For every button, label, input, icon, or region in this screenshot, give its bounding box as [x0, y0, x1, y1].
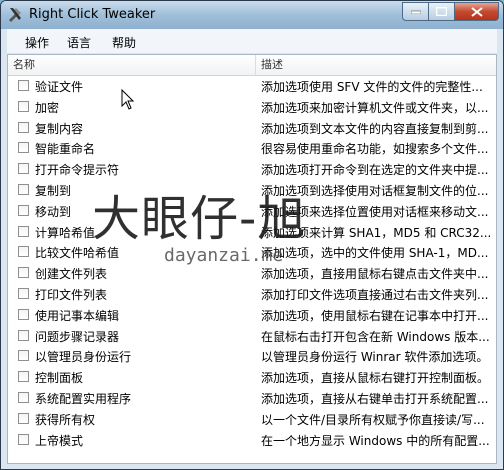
list-item[interactable]: 控制面板 添加选项，直接从鼠标右键打开控制面板。: [8, 367, 496, 388]
item-name: 计算哈希值: [35, 225, 96, 240]
list-item[interactable]: 上帝模式 在一个地方显示 Windows 中的所有配置...: [8, 430, 496, 451]
title-bar[interactable]: Right Click Tweaker: [1, 1, 503, 29]
item-name: 以管理员身份运行: [35, 350, 132, 365]
item-description: 添加选项，直接从右键单击打开系统配置...: [261, 391, 489, 406]
item-checkbox[interactable]: [18, 142, 29, 154]
close-button[interactable]: [455, 2, 499, 21]
watermark-text: 大眼仔-旭: [92, 191, 307, 247]
item-description: 添加选项打开命令到在选定的文件夹中提...: [261, 163, 489, 178]
close-icon: [470, 6, 483, 17]
item-checkbox[interactable]: [18, 308, 29, 320]
item-name: 创建文件列表: [35, 267, 108, 282]
item-name: 智能重命名: [35, 142, 96, 157]
menu-language[interactable]: 语言: [67, 34, 91, 51]
item-name: 上帝模式: [35, 433, 84, 448]
list-item[interactable]: 获得所有权 以一个文件/目录所有权赋予你直接读/写...: [8, 409, 496, 430]
list-item[interactable]: 问题步骤记录器 在鼠标右击打开包含在新 Windows 版本...: [8, 326, 496, 347]
item-checkbox[interactable]: [18, 371, 29, 383]
item-name: 控制面板: [35, 371, 84, 386]
item-description: 添加选项到文本文件的内容直接复制到剪...: [261, 121, 489, 136]
menu-bar: 操作 语言 帮助: [7, 29, 497, 53]
mouse-cursor-icon: [121, 89, 135, 110]
app-tool-icon: [9, 8, 21, 22]
item-name: 问题步骤记录器: [35, 329, 120, 344]
list-item[interactable]: 系统配置实用程序 添加选项，直接从右键单击打开系统配置...: [8, 388, 496, 409]
list-item[interactable]: 创建文件列表 添加选项，直接用鼠标右键点击文件夹中...: [8, 263, 496, 284]
item-checkbox[interactable]: [18, 80, 29, 91]
item-checkbox[interactable]: [18, 163, 29, 175]
item-name: 打印文件列表: [35, 287, 108, 302]
item-name: 复制内容: [35, 121, 84, 136]
column-header-name[interactable]: 名称: [8, 55, 256, 75]
item-checkbox[interactable]: [18, 225, 29, 237]
window-title: Right Click Tweaker: [29, 7, 156, 22]
item-checkbox[interactable]: [18, 267, 29, 279]
item-checkbox[interactable]: [18, 204, 29, 216]
item-description: 添加选项，直接从鼠标右键打开控制面板。: [261, 371, 490, 386]
item-name: 使用记事本编辑: [35, 308, 120, 323]
item-checkbox[interactable]: [18, 183, 29, 195]
minimize-button[interactable]: [402, 2, 429, 21]
list-item[interactable]: 复制内容 添加选项到文本文件的内容直接复制到剪...: [8, 118, 496, 139]
item-description: 很容易使用重命名功能，如搜索多个文件...: [261, 142, 489, 157]
list-item[interactable]: 使用记事本编辑 添加选项，使用鼠标右键在记事本中打开...: [8, 305, 496, 326]
item-name: 获得所有权: [35, 412, 96, 427]
item-checkbox[interactable]: [18, 433, 29, 445]
item-checkbox[interactable]: [18, 412, 29, 424]
list-item[interactable]: 打印文件列表 添加打印文件选项直接通过右击文件夹列...: [8, 284, 496, 305]
minimize-icon: [410, 10, 421, 14]
item-description: 以一个文件/目录所有权赋予你直接读/写...: [261, 412, 485, 427]
app-window: Right Click Tweaker 操作 语言 帮助 名称 描述 验证文件添…: [0, 0, 504, 470]
item-name: 移动到: [35, 204, 72, 219]
item-description: 添加选项，使用鼠标右键在记事本中打开...: [261, 308, 489, 323]
list-item[interactable]: 智能重命名 很容易使用重命名功能，如搜索多个文件...: [8, 138, 496, 159]
item-checkbox[interactable]: [18, 391, 29, 403]
item-description: 添加选项，直接用鼠标右键点击文件夹中...: [261, 267, 489, 282]
item-name: 复制到: [35, 183, 72, 198]
item-description: 在鼠标右击打开包含在新 Windows 版本...: [261, 329, 490, 344]
item-checkbox[interactable]: [18, 246, 29, 258]
item-checkbox[interactable]: [18, 121, 29, 133]
item-name: 加密: [35, 100, 60, 115]
list-item[interactable]: 打开命令提示符 添加选项打开命令到在选定的文件夹中提...: [8, 159, 496, 180]
item-checkbox[interactable]: [18, 350, 29, 362]
item-name: 验证文件: [35, 80, 84, 94]
maximize-icon: [436, 7, 447, 16]
maximize-button[interactable]: [429, 2, 455, 21]
item-checkbox[interactable]: [18, 329, 29, 341]
item-description: 添加选项使用 SFV 文件的文件的完整性...: [261, 80, 483, 94]
list-item[interactable]: 加密 添加选项来加密计算机文件或文件夹，以...: [8, 97, 496, 118]
item-name: 打开命令提示符: [35, 163, 120, 178]
list-item[interactable]: 验证文件 添加选项使用 SFV 文件的文件的完整性...: [8, 76, 496, 97]
item-description: 添加选项来加密计算机文件或文件夹，以...: [261, 100, 489, 115]
item-description: 添加打印文件选项直接通过右击文件夹列...: [261, 287, 489, 302]
watermark-url: dayanzai.me: [164, 245, 284, 266]
item-description: 以管理员身份运行 Winrar 软件添加选项。: [261, 350, 489, 365]
list-item[interactable]: 以管理员身份运行 以管理员身份运行 Winrar 软件添加选项。: [8, 346, 496, 367]
item-name: 系统配置实用程序: [35, 391, 132, 406]
caption-buttons: [402, 2, 499, 21]
menu-help[interactable]: 帮助: [112, 34, 136, 51]
item-checkbox[interactable]: [18, 100, 29, 112]
item-checkbox[interactable]: [18, 287, 29, 299]
list-header: 名称 描述: [8, 55, 496, 76]
item-description: 在一个地方显示 Windows 中的所有配置...: [261, 433, 490, 448]
column-header-desc[interactable]: 描述: [256, 55, 496, 75]
menu-action[interactable]: 操作: [25, 34, 49, 51]
